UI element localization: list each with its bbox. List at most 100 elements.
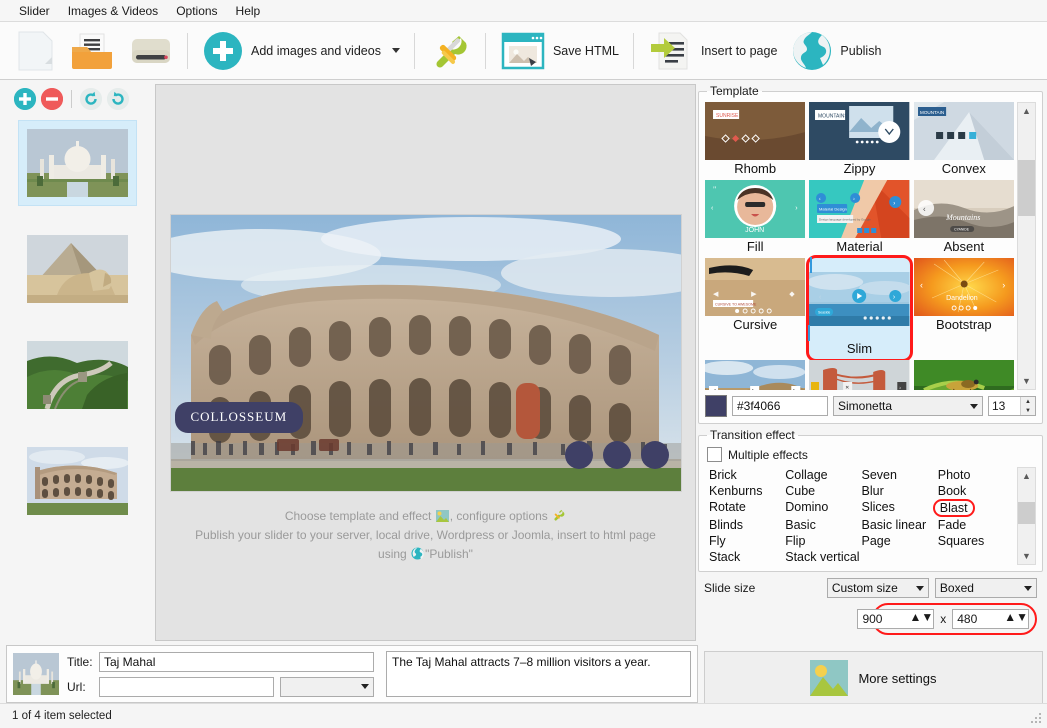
font-size-stepper[interactable]: 13 ▲ ▼ (988, 396, 1036, 416)
title-input[interactable]: Taj Mahal (99, 651, 374, 672)
menu-slider[interactable]: Slider (10, 2, 59, 20)
slide-height-value[interactable]: 480 (953, 610, 1004, 628)
slide-width-value[interactable]: 900 (858, 610, 909, 628)
multiple-effects-checkbox[interactable] (707, 447, 722, 462)
slide-preview[interactable]: COLLOSSEUM (170, 215, 681, 491)
template-cell-absent[interactable]: ‹ Mountains CYANIDE Absent (913, 180, 1014, 257)
preview-nav-dots[interactable] (564, 441, 669, 469)
effect-kenburns[interactable]: Kenburns (709, 483, 785, 499)
color-hex-input[interactable]: #3f4066 (732, 396, 828, 416)
url-input[interactable] (99, 676, 274, 697)
save-project-button[interactable] (122, 26, 180, 76)
description-textarea[interactable]: The Taj Mahal attracts 7–8 million visit… (386, 651, 691, 697)
template-cell-slim[interactable]: › ‹ Seaside Slim (806, 255, 913, 362)
template-cell-cursive[interactable]: ◀ ▶ ◆ CURSIVE TO AWESOME Cursive (705, 258, 806, 359)
template-cell-animated[interactable]: ‹ › INSECT Animated (913, 360, 1014, 390)
rotate-right-button[interactable] (107, 88, 129, 110)
spin-up-icon[interactable]: ▲ (1004, 610, 1016, 624)
rotate-left-button[interactable] (80, 88, 102, 110)
effects-scroll-track[interactable] (1018, 484, 1035, 548)
template-grid[interactable]: SUNRISE Rhomb MOUNTAINS Zippy MOUNTAIN C… (705, 102, 1014, 390)
resize-grip[interactable] (1031, 713, 1043, 725)
nav-dot-1[interactable] (564, 441, 593, 469)
slide-height-stepper[interactable]: 480 ▲▼ (952, 609, 1029, 629)
slide-thumb-colosseum[interactable] (18, 438, 137, 524)
effects-scrollbar[interactable]: ▲ ▼ (1017, 467, 1036, 565)
template-cell-twist[interactable]: ✕ › GOLDEN GATE BRIDGE LINKS SAN FRANCIS… (809, 360, 910, 390)
slide-size-mode-select[interactable]: Custom size (826, 578, 929, 598)
effects-scroll-thumb[interactable] (1018, 501, 1035, 524)
menu-images-videos[interactable]: Images & Videos (59, 2, 168, 20)
effect-blinds[interactable]: Blinds (709, 517, 785, 533)
effect-blur[interactable]: Blur (862, 483, 938, 499)
effect-stack-vertical[interactable]: Stack vertical (785, 549, 861, 565)
effect-squares[interactable]: Squares (938, 533, 1014, 549)
save-html-button[interactable]: Save HTML (493, 26, 626, 76)
slide-height-spin-buttons[interactable]: ▲▼ (1004, 610, 1028, 628)
slide-layout-select[interactable]: Boxed (934, 578, 1037, 598)
url-target-select[interactable] (280, 676, 374, 697)
effect-cube[interactable]: Cube (785, 483, 861, 499)
options-button[interactable] (422, 26, 478, 76)
publish-button[interactable]: Publish (784, 26, 888, 76)
effect-brick[interactable]: Brick (709, 467, 785, 483)
slide-thumb-sphinx[interactable] (18, 226, 137, 312)
insert-to-page-button[interactable]: Insert to page (641, 26, 784, 76)
font-family-select[interactable]: Simonetta (833, 396, 983, 416)
effect-blast[interactable]: Blast (932, 499, 975, 517)
template-cell-zippy[interactable]: MOUNTAINS Zippy (809, 102, 910, 179)
spin-down-icon[interactable]: ▼ (921, 610, 933, 624)
effect-stack[interactable]: Stack (709, 549, 785, 565)
effect-flip[interactable]: Flip (785, 533, 861, 549)
slide-width-stepper[interactable]: 900 ▲▼ (857, 609, 935, 629)
effect-rotate[interactable]: Rotate (709, 499, 785, 517)
font-size-value[interactable]: 13 (989, 397, 1020, 415)
effects-grid[interactable]: Brick Collage Seven Photo Kenburns Cube … (705, 467, 1014, 565)
font-size-spin-buttons[interactable]: ▲ ▼ (1020, 397, 1035, 415)
effect-page[interactable]: Page (862, 533, 938, 549)
add-images-videos-button[interactable]: Add images and videos (195, 26, 407, 76)
scroll-up-icon[interactable]: ▲ (1018, 468, 1035, 484)
scroll-down-icon[interactable]: ▼ (1018, 548, 1035, 564)
template-cell-showy[interactable]: ◀▶▶ Plural landscape in Idaho Showy (705, 360, 806, 390)
effect-fly[interactable]: Fly (709, 533, 785, 549)
nav-dot-2[interactable] (602, 441, 631, 469)
multiple-effects-row[interactable]: Multiple effects (707, 447, 1036, 462)
remove-slide-button[interactable] (41, 88, 63, 110)
menu-options[interactable]: Options (167, 2, 226, 20)
template-scroll-track[interactable] (1018, 119, 1035, 373)
slide-width-spin-buttons[interactable]: ▲▼ (909, 610, 933, 628)
color-swatch-button[interactable] (705, 395, 727, 417)
template-cell-material[interactable]: Material Design Design language develope… (809, 180, 910, 257)
effect-photo[interactable]: Photo (938, 467, 1014, 483)
effect-basic-linear[interactable]: Basic linear (862, 517, 938, 533)
effect-slices[interactable]: Slices (862, 499, 938, 517)
template-scroll-thumb[interactable] (1018, 159, 1035, 216)
spin-down-icon[interactable]: ▼ (1021, 406, 1035, 415)
template-cell-rhomb[interactable]: SUNRISE Rhomb (705, 102, 806, 179)
spin-down-icon[interactable]: ▼ (1016, 610, 1028, 624)
more-settings-button[interactable]: More settings (704, 651, 1043, 705)
slide-thumb-taj-mahal[interactable] (18, 120, 137, 206)
nav-dot-3[interactable] (640, 441, 669, 469)
effect-fade[interactable]: Fade (938, 517, 1014, 533)
template-cell-fill[interactable]: JOHN " ‹ › Fill (705, 180, 806, 257)
new-project-button[interactable] (8, 26, 62, 76)
effect-domino[interactable]: Domino (785, 499, 861, 517)
scroll-up-icon[interactable]: ▲ (1018, 103, 1035, 119)
template-cell-convex[interactable]: MOUNTAIN Convex (913, 102, 1014, 179)
spin-up-icon[interactable]: ▲ (1021, 397, 1035, 406)
slide-thumbnail-list[interactable] (0, 114, 155, 641)
chevron-down-icon[interactable] (391, 48, 400, 53)
template-cell-bootstrap[interactable]: Dandelion ‹ › Bootstrap (913, 258, 1014, 359)
effect-seven[interactable]: Seven (862, 467, 938, 483)
add-slide-button[interactable] (14, 88, 36, 110)
spin-up-icon[interactable]: ▲ (909, 610, 921, 624)
effect-book[interactable]: Book (938, 483, 1014, 499)
menu-help[interactable]: Help (227, 2, 270, 20)
scroll-down-icon[interactable]: ▼ (1018, 373, 1035, 389)
template-scrollbar[interactable]: ▲ ▼ (1017, 102, 1036, 390)
slide-thumb-great-wall[interactable] (18, 332, 137, 418)
open-project-button[interactable] (62, 26, 122, 76)
effect-collage[interactable]: Collage (785, 467, 861, 483)
